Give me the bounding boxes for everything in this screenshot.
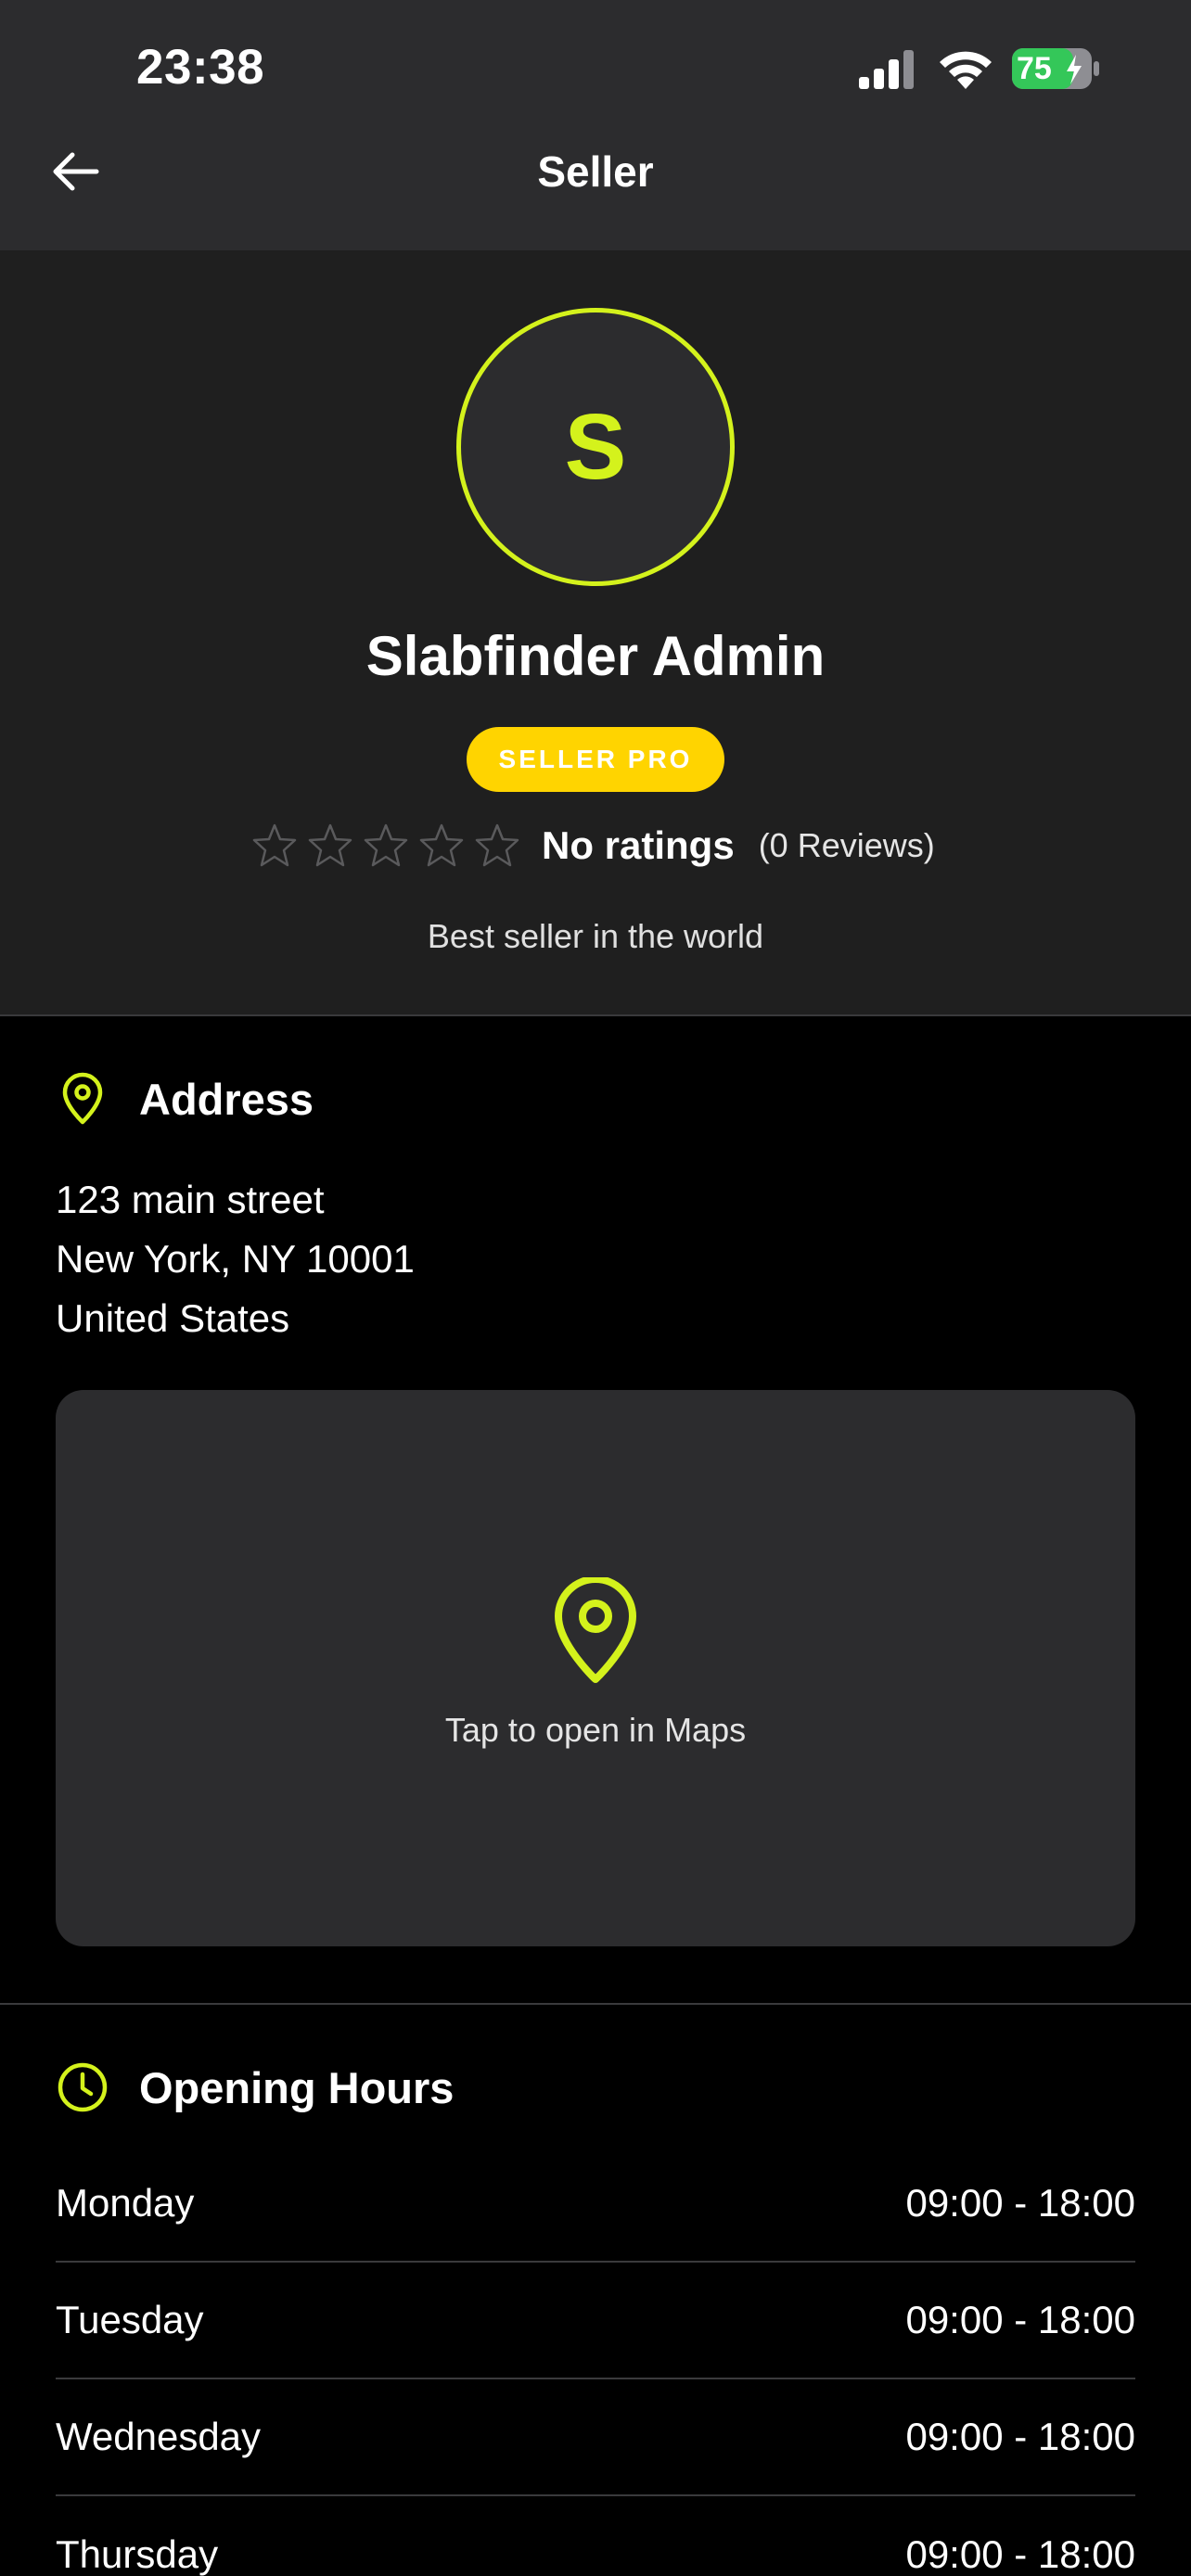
opening-hours-header: Opening Hours bbox=[56, 2060, 454, 2114]
rating-stars bbox=[250, 822, 521, 870]
day-hours: 09:00 - 18:00 bbox=[905, 2298, 1135, 2341]
seller-name: Slabfinder Admin bbox=[365, 625, 826, 687]
page-title: Seller bbox=[537, 147, 654, 196]
seller-pro-badge: SELLER PRO bbox=[467, 727, 724, 792]
hours-row: Thursday 09:00 - 18:00 bbox=[56, 2496, 1135, 2576]
rating-row: No ratings (0 Reviews) bbox=[250, 820, 935, 872]
day-name: Wednesday bbox=[56, 2415, 262, 2458]
location-pin-icon bbox=[62, 1072, 103, 1125]
seller-screen: 23:38 75 Seller S Slabfinder Admin SELLE… bbox=[0, 0, 1191, 2576]
opening-hours-title: Opening Hours bbox=[139, 2062, 455, 2112]
seller-profile-header: S Slabfinder Admin SELLER PRO No ratings… bbox=[0, 250, 1191, 1016]
wifi-icon bbox=[940, 51, 992, 89]
top-bar: 23:38 75 Seller bbox=[0, 0, 1191, 250]
address-section-header: Address bbox=[56, 1072, 314, 1126]
status-time: 23:38 bbox=[136, 40, 265, 95]
clock-icon bbox=[58, 2062, 108, 2112]
section-divider bbox=[0, 2003, 1191, 2005]
address-title: Address bbox=[139, 1074, 314, 1124]
map-pin-icon bbox=[555, 1577, 636, 1683]
star-outline-icon bbox=[364, 823, 408, 867]
address-line-3: United States bbox=[56, 1296, 290, 1340]
star-outline-icon bbox=[475, 823, 519, 867]
day-name: Tuesday bbox=[56, 2298, 204, 2341]
day-hours: 09:00 - 18:00 bbox=[905, 2532, 1135, 2576]
cellular-signal-icon bbox=[859, 50, 914, 89]
day-name: Monday bbox=[56, 2181, 195, 2225]
address-line-1: 123 main street bbox=[56, 1178, 325, 1221]
map-label: Tap to open in Maps bbox=[444, 1711, 747, 1749]
battery-icon: 75 bbox=[1011, 47, 1100, 90]
rating-text: No ratings bbox=[542, 823, 735, 867]
star-outline-icon bbox=[252, 823, 297, 867]
day-hours: 09:00 - 18:00 bbox=[905, 2181, 1135, 2225]
hours-row: Monday 09:00 - 18:00 bbox=[56, 2146, 1135, 2263]
seller-avatar: S bbox=[456, 308, 735, 586]
open-in-maps-card[interactable]: Tap to open in Maps bbox=[56, 1390, 1135, 1946]
hours-row: Wednesday 09:00 - 18:00 bbox=[56, 2379, 1135, 2496]
hours-row: Tuesday 09:00 - 18:00 bbox=[56, 2263, 1135, 2379]
day-hours: 09:00 - 18:00 bbox=[905, 2415, 1135, 2458]
reviews-count[interactable]: (0 Reviews) bbox=[759, 826, 935, 865]
star-outline-icon bbox=[308, 823, 352, 867]
star-outline-icon bbox=[419, 823, 464, 867]
address-line-2: New York, NY 10001 bbox=[56, 1237, 415, 1281]
battery-level: 75 bbox=[1017, 51, 1052, 86]
day-name: Thursday bbox=[56, 2532, 219, 2576]
seller-bio: Best seller in the world bbox=[427, 917, 764, 955]
